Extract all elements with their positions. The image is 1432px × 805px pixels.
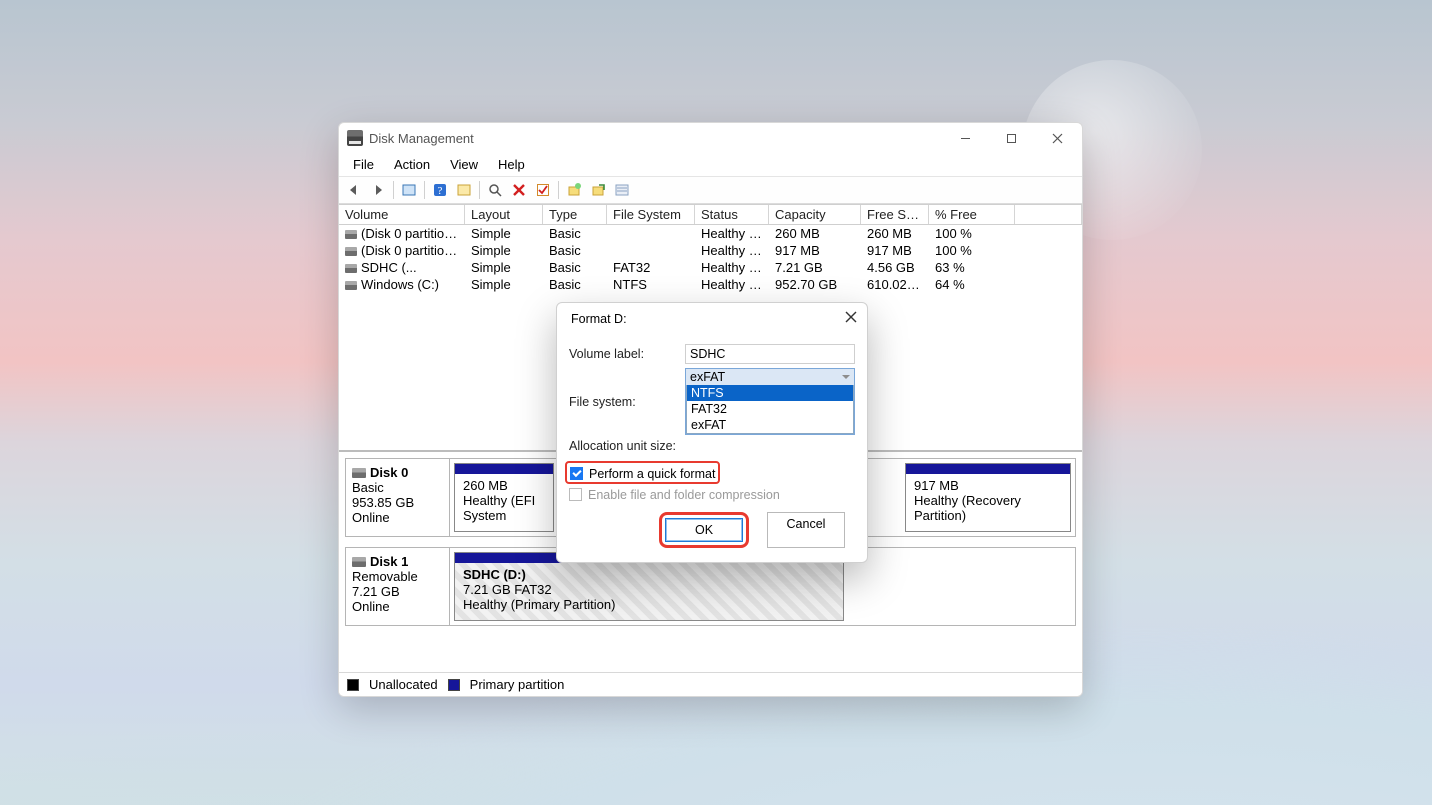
- col-filesystem[interactable]: File System: [607, 205, 695, 224]
- dialog-close-icon[interactable]: [845, 311, 857, 326]
- toolbar: ?: [339, 177, 1082, 204]
- ok-button[interactable]: OK: [665, 518, 743, 542]
- window-title: Disk Management: [369, 131, 942, 146]
- volume-icon: [345, 230, 357, 239]
- compression-label: Enable file and folder compression: [588, 488, 780, 502]
- legend-swatch-primary: [448, 679, 460, 691]
- quick-format-label: Perform a quick format: [589, 467, 715, 481]
- disk-info[interactable]: Disk 0Basic953.85 GBOnline: [346, 459, 450, 536]
- menu-action[interactable]: Action: [386, 155, 438, 174]
- fs-option-exfat[interactable]: exFAT: [687, 417, 853, 433]
- extend-icon[interactable]: [587, 180, 609, 200]
- back-arrow-icon[interactable]: [343, 180, 365, 200]
- find-icon[interactable]: [484, 180, 506, 200]
- format-dialog: Format D: Volume label: File system: exF…: [556, 302, 868, 563]
- volume-icon: [345, 264, 357, 273]
- quick-format-highlight: Perform a quick format: [565, 461, 720, 484]
- compression-checkbox: [569, 488, 582, 501]
- dialog-titlebar[interactable]: Format D:: [557, 303, 867, 334]
- filesystem-dropdown: NTFS FAT32 exFAT: [686, 385, 854, 434]
- volume-row[interactable]: Windows (C:)SimpleBasicNTFSHealthy (B...…: [339, 276, 1082, 293]
- properties-icon[interactable]: [398, 180, 420, 200]
- col-volume[interactable]: Volume: [339, 205, 465, 224]
- fs-option-ntfs[interactable]: NTFS: [687, 385, 853, 401]
- volume-row[interactable]: (Disk 0 partition 4)SimpleBasicHealthy (…: [339, 242, 1082, 259]
- quick-format-checkbox[interactable]: [570, 467, 583, 480]
- menu-view[interactable]: View: [442, 155, 486, 174]
- disk-icon: [352, 468, 366, 478]
- dialog-title: Format D:: [571, 312, 845, 326]
- col-layout[interactable]: Layout: [465, 205, 543, 224]
- legend: Unallocated Primary partition: [339, 672, 1082, 696]
- col-spacer: [1015, 205, 1082, 224]
- label-filesystem: File system:: [569, 395, 685, 409]
- check-icon[interactable]: [532, 180, 554, 200]
- col-type[interactable]: Type: [543, 205, 607, 224]
- volume-row[interactable]: (Disk 0 partition 1)SimpleBasicHealthy (…: [339, 225, 1082, 242]
- menu-bar: File Action View Help: [339, 153, 1082, 177]
- volume-icon: [345, 281, 357, 290]
- filesystem-combo[interactable]: exFAT NTFS FAT32 exFAT: [685, 368, 855, 435]
- disk-icon: [352, 557, 366, 567]
- chevron-down-icon: [842, 375, 850, 379]
- legend-swatch-unallocated: [347, 679, 359, 691]
- volumes-header[interactable]: Volume Layout Type File System Status Ca…: [339, 204, 1082, 225]
- menu-help[interactable]: Help: [490, 155, 533, 174]
- legend-primary: Primary partition: [470, 677, 565, 692]
- volume-label-input[interactable]: [685, 344, 855, 364]
- forward-arrow-icon[interactable]: [367, 180, 389, 200]
- legend-unallocated: Unallocated: [369, 677, 438, 692]
- col-pctfree[interactable]: % Free: [929, 205, 1015, 224]
- label-allocation: Allocation unit size:: [569, 439, 685, 453]
- delete-icon[interactable]: [508, 180, 530, 200]
- partition[interactable]: 917 MBHealthy (Recovery Partition): [905, 463, 1071, 532]
- svg-text:?: ?: [438, 185, 443, 197]
- maximize-button[interactable]: [988, 123, 1034, 153]
- label-volume: Volume label:: [569, 347, 685, 361]
- col-free[interactable]: Free Sp...: [861, 205, 929, 224]
- col-capacity[interactable]: Capacity: [769, 205, 861, 224]
- cancel-button[interactable]: Cancel: [767, 512, 845, 548]
- fs-option-fat32[interactable]: FAT32: [687, 401, 853, 417]
- disk-info[interactable]: Disk 1Removable7.21 GBOnline: [346, 548, 450, 625]
- filesystem-selected: exFAT: [690, 370, 725, 384]
- col-status[interactable]: Status: [695, 205, 769, 224]
- app-icon: [347, 130, 363, 146]
- minimize-button[interactable]: [942, 123, 988, 153]
- partition[interactable]: 260 MBHealthy (EFI System: [454, 463, 554, 532]
- list-icon[interactable]: [611, 180, 633, 200]
- menu-file[interactable]: File: [345, 155, 382, 174]
- refresh-icon[interactable]: [453, 180, 475, 200]
- ok-button-highlight: OK: [659, 512, 749, 548]
- close-button[interactable]: [1034, 123, 1080, 153]
- titlebar[interactable]: Disk Management: [339, 123, 1082, 153]
- new-volume-icon[interactable]: [563, 180, 585, 200]
- volume-row[interactable]: SDHC (...SimpleBasicFAT32Healthy (P...7.…: [339, 259, 1082, 276]
- help-icon[interactable]: ?: [429, 180, 451, 200]
- volume-icon: [345, 247, 357, 256]
